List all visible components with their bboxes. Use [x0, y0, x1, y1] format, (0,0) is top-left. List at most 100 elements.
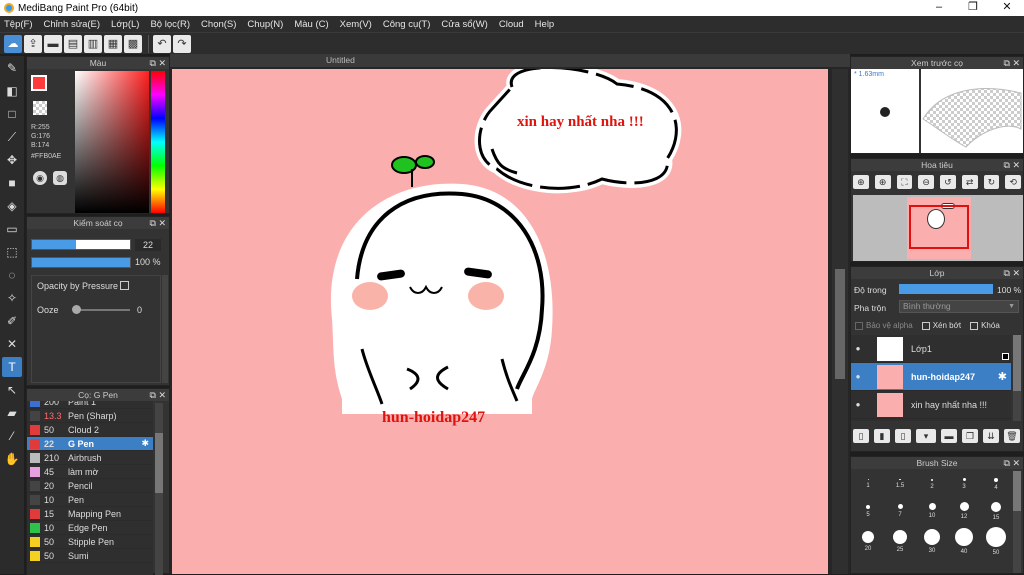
drawing-canvas[interactable]: xin hay nhất nha !!! hun-hoidap247: [172, 69, 828, 574]
brush-size-cell[interactable]: 30: [918, 525, 946, 557]
layer-row[interactable]: ● xin hay nhất nha !!!: [851, 391, 1011, 419]
duplicate-layer-icon[interactable]: ❐: [962, 429, 978, 443]
brush-size-cell[interactable]: 1: [854, 471, 882, 497]
brush-list-item[interactable]: 210 Airbrush: [27, 451, 153, 465]
eye-icon[interactable]: ●: [851, 372, 865, 381]
close-icon[interactable]: ⧉ ✕: [1004, 57, 1020, 69]
brush-list-item[interactable]: 50 Cloud 2: [27, 423, 153, 437]
brush-size-cell[interactable]: 20: [854, 525, 882, 557]
close-icon[interactable]: ⧉ ✕: [1004, 457, 1020, 469]
menu-tools[interactable]: Công cụ(T): [383, 19, 431, 30]
magic-wand-icon[interactable]: ✧: [2, 288, 22, 308]
select-pen-icon[interactable]: ✐: [2, 311, 22, 331]
palette-icon[interactable]: ◉: [33, 171, 47, 185]
grid-icon[interactable]: ▦: [104, 34, 122, 53]
select-tool-icon[interactable]: ⬚: [2, 242, 22, 262]
layer-list-scrollbar[interactable]: [1013, 335, 1021, 421]
redo-icon[interactable]: ↷: [173, 34, 191, 53]
menu-edit[interactable]: Chỉnh sửa(E): [44, 19, 101, 30]
brush-list-item[interactable]: 200 Paint 1: [27, 401, 153, 409]
rotate-left-icon[interactable]: ↺: [940, 175, 956, 189]
brush-size-scrollbar[interactable]: [1013, 471, 1021, 573]
ooze-slider[interactable]: [72, 305, 130, 314]
select-eraser-icon[interactable]: ✕: [2, 334, 22, 354]
gear-icon[interactable]: ✱: [141, 438, 149, 449]
flip-icon[interactable]: ⇄: [961, 175, 978, 189]
brush-size-cell[interactable]: 2: [918, 471, 946, 497]
close-icon[interactable]: ⧉ ✕: [150, 389, 166, 401]
menu-view[interactable]: Xem(V): [340, 19, 372, 30]
brush-size-slider[interactable]: [31, 239, 131, 250]
brush-list-item[interactable]: 13.3 Pen (Sharp): [27, 409, 153, 423]
new-halftone-layer-icon[interactable]: ▮: [874, 429, 890, 443]
close-icon[interactable]: ⧉ ✕: [1004, 267, 1020, 279]
new-8bit-layer-icon[interactable]: ▯: [895, 429, 911, 443]
menu-layer[interactable]: Lớp(L): [111, 19, 139, 30]
close-button[interactable]: ✕: [990, 0, 1024, 16]
hue-slider[interactable]: [151, 71, 165, 213]
delete-layer-icon[interactable]: 🗑: [1004, 429, 1020, 443]
fit-icon[interactable]: ⛶: [896, 175, 913, 189]
menu-filter[interactable]: Bộ lọc(R): [150, 19, 190, 30]
cloud-icon[interactable]: ☁: [4, 34, 22, 53]
layer-row[interactable]: ● hun-hoidap247 ✱: [851, 363, 1011, 391]
brush-list-item[interactable]: 45 làm mờ: [27, 465, 153, 479]
maximize-button[interactable]: ❐: [956, 0, 990, 16]
layer-row[interactable]: ● Lớp1: [851, 335, 1011, 363]
eraser-tool-icon[interactable]: ◧: [2, 81, 22, 101]
blend-mode-select[interactable]: Bình thường ▼: [899, 300, 1019, 313]
brush-list-scrollbar[interactable]: [155, 403, 163, 575]
brush-size-cell[interactable]: 1.5: [886, 471, 914, 497]
brush-opacity-slider[interactable]: [31, 257, 131, 268]
brush-size-cell[interactable]: 10: [918, 497, 946, 525]
canvas-vertical-scrollbar[interactable]: [832, 69, 848, 574]
menu-select[interactable]: Chọn(S): [201, 19, 236, 30]
brush-control-scrollbar[interactable]: [162, 275, 168, 383]
undo-icon[interactable]: ↶: [153, 34, 171, 53]
opacity-pressure-checkbox[interactable]: [120, 281, 129, 290]
lock-checkbox[interactable]: [970, 321, 979, 330]
brush-size-cell[interactable]: 5: [854, 497, 882, 525]
canvas-tab[interactable]: Untitled: [170, 54, 850, 67]
brush-size-cell[interactable]: 4: [982, 471, 1010, 497]
navigator-viewport-rect[interactable]: [909, 205, 969, 249]
folder-icon[interactable]: ▬: [941, 429, 957, 443]
line-tool-icon[interactable]: ⟋: [2, 127, 22, 147]
zoom-in-icon[interactable]: ⊕: [853, 175, 869, 189]
rotate-right-icon[interactable]: ↻: [983, 175, 1000, 189]
comment-icon[interactable]: ▬: [44, 34, 62, 53]
brush-size-value[interactable]: 22: [135, 239, 161, 251]
brush-size-cell[interactable]: 15: [982, 497, 1010, 525]
speech-icon[interactable]: ▤: [64, 34, 82, 53]
clip-checkbox[interactable]: [921, 321, 930, 330]
reset-view-icon[interactable]: ⟲: [1005, 175, 1021, 189]
export-icon[interactable]: ⇪: [24, 34, 42, 53]
lasso-tool-icon[interactable]: ◌: [2, 265, 22, 285]
brush-size-cell[interactable]: 3: [950, 471, 978, 497]
tiles-icon[interactable]: ▩: [124, 34, 142, 53]
transparent-color-swatch[interactable]: [33, 101, 47, 115]
new-layer-icon[interactable]: ▯: [853, 429, 869, 443]
brush-list-item[interactable]: 50 Sumi: [27, 549, 153, 563]
page-icon[interactable]: ▥: [84, 34, 102, 53]
brush-size-cell[interactable]: 40: [950, 525, 978, 557]
gradient-tool-icon[interactable]: ▭: [2, 219, 22, 239]
layer-opacity-slider[interactable]: [899, 284, 993, 294]
brush-list-item[interactable]: 50 Stipple Pen: [27, 535, 153, 549]
menu-cloud[interactable]: Cloud: [499, 19, 524, 30]
brush-list-item[interactable]: 15 Mapping Pen: [27, 507, 153, 521]
menu-file[interactable]: Tệp(F): [4, 19, 33, 30]
brush-size-cell[interactable]: 50: [982, 525, 1010, 557]
close-icon[interactable]: ⧉ ✕: [150, 217, 166, 229]
operation-tool-icon[interactable]: ↖: [2, 380, 22, 400]
minimize-button[interactable]: –: [922, 0, 956, 16]
bucket-tool-icon[interactable]: ◈: [2, 196, 22, 216]
menu-window[interactable]: Cửa sổ(W): [441, 19, 487, 30]
text-tool-icon[interactable]: T: [2, 357, 22, 377]
brush-list-item[interactable]: 20 Pencil: [27, 479, 153, 493]
gear-icon[interactable]: ✱: [998, 370, 1007, 383]
hand-tool-icon[interactable]: ✋: [2, 449, 22, 469]
zoom-in-alt-icon[interactable]: ⊕: [874, 175, 891, 189]
swap-color-icon[interactable]: ◍: [53, 171, 67, 185]
add-layer-menu-icon[interactable]: ▾: [916, 429, 936, 443]
